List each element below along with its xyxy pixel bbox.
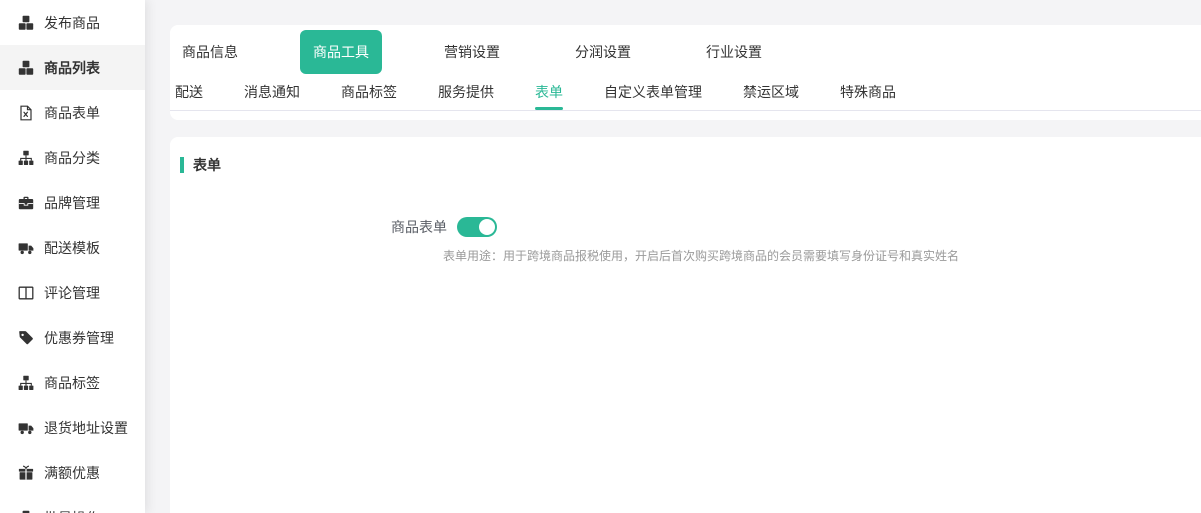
cubes-icon bbox=[18, 60, 34, 76]
sidebar-item-label: 批量操作 bbox=[44, 508, 100, 513]
sidebar-item-label: 配送模板 bbox=[44, 238, 100, 258]
cubes-icon bbox=[18, 510, 34, 513]
secondary-tab-bar: 配送 消息通知 商品标签 服务提供 表单 自定义表单管理 禁运区域 特殊商品 bbox=[170, 78, 1201, 111]
columns-icon bbox=[18, 285, 34, 301]
sidebar-item-label: 满额优惠 bbox=[44, 463, 100, 483]
subtab-custom-form-management[interactable]: 自定义表单管理 bbox=[604, 82, 702, 110]
product-form-label: 商品表单 bbox=[170, 217, 447, 237]
sidebar-item-product-list[interactable]: 商品列表 bbox=[0, 45, 145, 90]
tab-marketing-settings[interactable]: 营销设置 bbox=[444, 42, 500, 62]
tab-profit-settings[interactable]: 分润设置 bbox=[575, 42, 631, 62]
cubes-icon bbox=[18, 15, 34, 31]
truck-icon bbox=[18, 240, 34, 256]
sidebar-item-label: 商品表单 bbox=[44, 103, 100, 123]
file-excel-icon bbox=[18, 105, 34, 121]
sidebar-item-publish-product[interactable]: 发布商品 bbox=[0, 0, 145, 45]
briefcase-icon bbox=[18, 195, 34, 211]
content-card: 表单 商品表单 表单用途：用于跨境商品报税使用，开启后首次购买跨境商品的会员需要… bbox=[170, 137, 1201, 513]
sidebar-item-product-category[interactable]: 商品分类 bbox=[0, 135, 145, 180]
sitemap-icon bbox=[18, 150, 34, 166]
toggle-knob bbox=[479, 219, 495, 235]
subtab-service-provide[interactable]: 服务提供 bbox=[438, 82, 494, 110]
sidebar-item-label: 评论管理 bbox=[44, 283, 100, 303]
sidebar-item-label: 品牌管理 bbox=[44, 193, 100, 213]
subtab-form[interactable]: 表单 bbox=[535, 82, 563, 110]
subtab-special-products[interactable]: 特殊商品 bbox=[840, 82, 896, 110]
sidebar-item-label: 商品分类 bbox=[44, 148, 100, 168]
sidebar-item-review-management[interactable]: 评论管理 bbox=[0, 270, 145, 315]
subtab-delivery[interactable]: 配送 bbox=[175, 82, 203, 110]
subtab-restricted-area[interactable]: 禁运区域 bbox=[743, 82, 799, 110]
gift-icon bbox=[18, 465, 34, 481]
section-header: 表单 bbox=[180, 155, 221, 175]
section-accent-bar bbox=[180, 157, 184, 173]
sidebar-item-label: 商品列表 bbox=[44, 58, 100, 78]
tab-industry-settings[interactable]: 行业设置 bbox=[706, 42, 762, 62]
section-title: 表单 bbox=[193, 155, 221, 175]
sidebar-item-return-address-settings[interactable]: 退货地址设置 bbox=[0, 405, 145, 450]
truck-icon bbox=[18, 420, 34, 436]
sidebar-item-label: 退货地址设置 bbox=[44, 418, 128, 438]
sidebar: 发布商品商品列表商品表单商品分类品牌管理配送模板评论管理优惠券管理商品标签退货地… bbox=[0, 0, 145, 513]
sidebar-item-full-amount-discount[interactable]: 满额优惠 bbox=[0, 450, 145, 495]
sitemap-icon bbox=[18, 375, 34, 391]
sidebar-item-shipping-template[interactable]: 配送模板 bbox=[0, 225, 145, 270]
product-form-toggle[interactable] bbox=[457, 217, 497, 237]
subtab-message-notification[interactable]: 消息通知 bbox=[244, 82, 300, 110]
sidebar-item-product-form[interactable]: 商品表单 bbox=[0, 90, 145, 135]
tab-product-tools[interactable]: 商品工具 bbox=[300, 30, 382, 74]
product-form-row: 商品表单 bbox=[170, 217, 497, 237]
sidebar-item-product-tags[interactable]: 商品标签 bbox=[0, 360, 145, 405]
subtab-product-tags[interactable]: 商品标签 bbox=[341, 82, 397, 110]
primary-tab-bar: 商品信息 商品工具 营销设置 分润设置 行业设置 bbox=[170, 33, 1201, 71]
sidebar-item-label: 发布商品 bbox=[44, 13, 100, 33]
tag-icon bbox=[18, 330, 34, 346]
sidebar-item-batch-operation[interactable]: 批量操作 bbox=[0, 495, 145, 513]
sidebar-item-label: 商品标签 bbox=[44, 373, 100, 393]
sidebar-item-label: 优惠券管理 bbox=[44, 328, 114, 348]
sidebar-item-coupon-management[interactable]: 优惠券管理 bbox=[0, 315, 145, 360]
form-help-text: 表单用途：用于跨境商品报税使用，开启后首次购买跨境商品的会员需要填写身份证号和真… bbox=[443, 247, 959, 264]
sidebar-item-brand-management[interactable]: 品牌管理 bbox=[0, 180, 145, 225]
tab-product-info[interactable]: 商品信息 bbox=[182, 42, 238, 62]
tabs-card: 商品信息 商品工具 营销设置 分润设置 行业设置 配送 消息通知 商品标签 服务提供 表单 自定义… bbox=[170, 25, 1201, 120]
